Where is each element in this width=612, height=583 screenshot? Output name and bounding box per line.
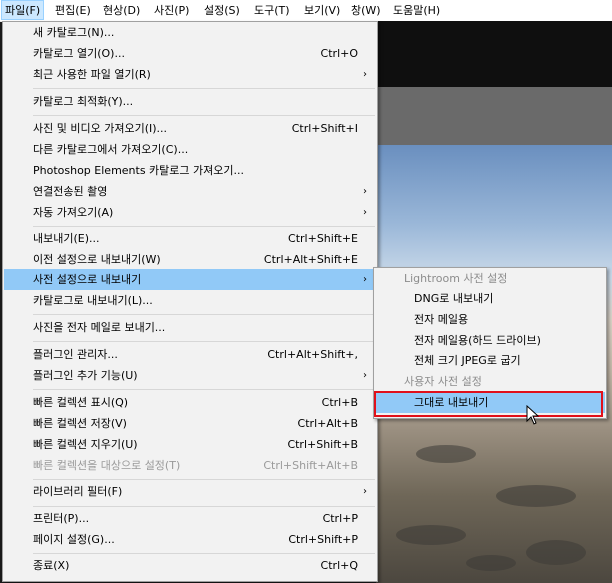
menu-item-export-as-catalog[interactable]: 카탈로그로 내보내기(L)... (4, 290, 376, 311)
menu-view[interactable]: 보기(V) (301, 0, 343, 20)
menu-item-clear-quick-collection[interactable]: 빠른 컬렉션 지우기(U) Ctrl+Shift+B (4, 434, 376, 455)
menu-edit[interactable]: 편집(E) (52, 0, 94, 20)
menu-item-import-from-catalog[interactable]: 다른 카탈로그에서 가져오기(C)... (4, 139, 376, 160)
menu-file[interactable]: 파일(F) (1, 0, 45, 20)
submenu-arrow-icon: › (363, 274, 367, 285)
submenu-arrow-icon: › (363, 207, 367, 218)
menu-item-set-quick-collection-target: 빠른 컬렉션을 대상으로 설정(T) Ctrl+Shift+Alt+B (33, 459, 358, 472)
menu-item-plugin-manager[interactable]: 플러그인 관리자... Ctrl+Alt+Shift+, (4, 344, 376, 365)
submenu-group-user-presets: 사용자 사전 설정 (404, 375, 482, 388)
menu-photo[interactable]: 사진(P) (151, 0, 192, 20)
menu-item-export-with-preset[interactable]: 사전 설정으로 내보내기 › (4, 269, 376, 290)
submenu-item-for-email-hard-drive[interactable]: 전자 메일용(하드 드라이브) (375, 330, 605, 351)
menu-item-plugin-extras[interactable]: 플러그인 추가 기능(U) › (4, 365, 376, 386)
menu-help[interactable]: 도움말(H) (390, 0, 443, 20)
menu-item-page-setup[interactable]: 페이지 설정(G)... Ctrl+Shift+P (4, 529, 376, 550)
submenu-arrow-icon: › (363, 370, 367, 381)
menu-item-print[interactable]: 프린터(P)... Ctrl+P (4, 508, 376, 529)
callout-highlight-box (374, 391, 603, 417)
menu-item-open-catalog[interactable]: 카탈로그 열기(O)... Ctrl+O (4, 43, 376, 64)
menu-item-optimize-catalog[interactable]: 카탈로그 최적화(Y)... (4, 91, 376, 112)
menu-tools[interactable]: 도구(T) (251, 0, 293, 20)
menu-develop[interactable]: 현상(D) (100, 0, 143, 20)
menu-item-save-quick-collection[interactable]: 빠른 컬렉션 저장(V) Ctrl+Alt+B (4, 413, 376, 434)
submenu-arrow-icon: › (363, 486, 367, 497)
top-panel-background (376, 21, 612, 87)
menu-item-auto-import[interactable]: 자동 가져오기(A) › (4, 202, 376, 223)
submenu-arrow-icon: › (363, 69, 367, 80)
submenu-item-export-dng[interactable]: DNG로 내보내기 (375, 288, 605, 309)
submenu-arrow-icon: › (363, 186, 367, 197)
menu-item-new-catalog[interactable]: 새 카탈로그(N)... (4, 22, 376, 43)
menu-bar: 파일(F) 편집(E) 현상(D) 사진(P) 설정(S) 도구(T) 보기(V… (0, 0, 612, 22)
file-menu: 새 카탈로그(N)... 카탈로그 열기(O)... Ctrl+O 최근 사용한 … (2, 21, 378, 582)
menu-item-exit[interactable]: 종료(X) Ctrl+Q (4, 555, 376, 576)
menu-item-import-photos[interactable]: 사진 및 비디오 가져오기(I)... Ctrl+Shift+I (4, 118, 376, 139)
menu-window[interactable]: 창(W) (348, 0, 384, 20)
menu-item-export[interactable]: 내보내기(E)... Ctrl+Shift+E (4, 228, 376, 249)
menu-item-import-pse-catalog[interactable]: Photoshop Elements 카탈로그 가져오기... (4, 160, 376, 181)
menu-settings[interactable]: 설정(S) (201, 0, 243, 20)
menu-item-show-quick-collection[interactable]: 빠른 컬렉션 표시(Q) Ctrl+B (4, 392, 376, 413)
submenu-item-for-email[interactable]: 전자 메일용 (375, 309, 605, 330)
submenu-item-burn-full-jpeg[interactable]: 전체 크기 JPEG로 굽기 (375, 350, 605, 371)
mouse-pointer-icon (526, 405, 540, 425)
menu-item-open-recent[interactable]: 최근 사용한 파일 열기(R) › (4, 64, 376, 85)
menu-item-tethered-capture[interactable]: 연결전송된 촬영 › (4, 181, 376, 202)
menu-item-library-filter[interactable]: 라이브러리 필터(F) › (4, 481, 376, 502)
menu-item-email-photos[interactable]: 사진을 전자 메일로 보내기... (4, 317, 376, 338)
submenu-group-lightroom-presets: Lightroom 사전 설정 (404, 272, 508, 285)
filmstrip-background (376, 87, 612, 145)
menu-item-export-previous[interactable]: 이전 설정으로 내보내기(W) Ctrl+Alt+Shift+E (4, 249, 376, 270)
